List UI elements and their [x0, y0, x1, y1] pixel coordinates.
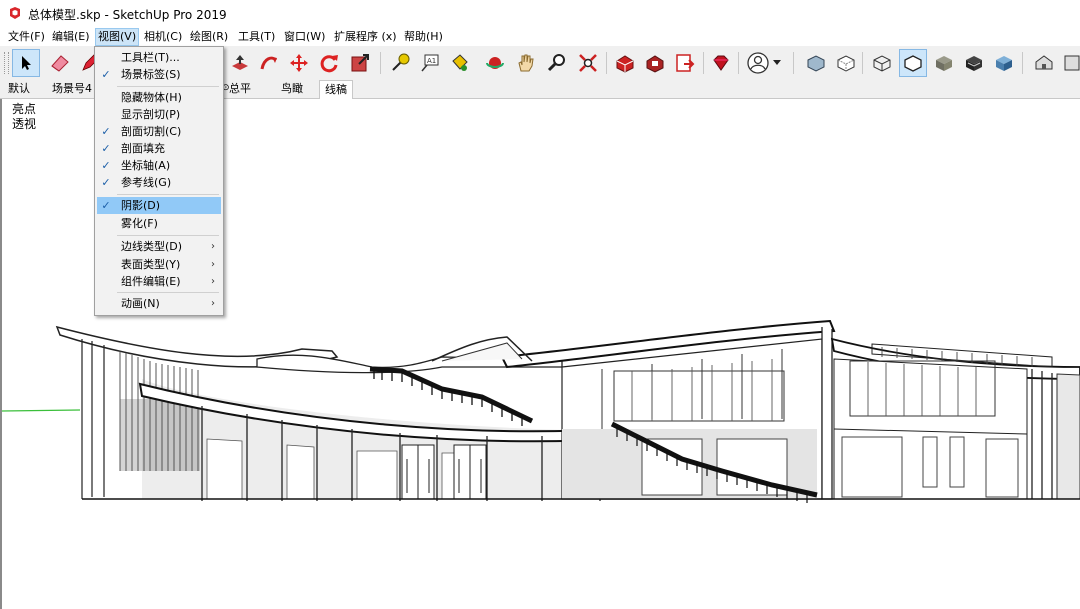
- menu-item-face-style[interactable]: 表面类型(Y) ›: [97, 256, 221, 273]
- upper-stair: [369, 366, 534, 424]
- monochrome-style-icon[interactable]: [990, 49, 1018, 77]
- tab-scene-line-draft[interactable]: 线稿: [319, 80, 353, 99]
- toolbar-separator: [606, 52, 607, 74]
- text-label-icon[interactable]: A1: [416, 49, 444, 77]
- menu-separator: [117, 86, 219, 87]
- toolbar-separator: [738, 52, 739, 74]
- menu-bar: 文件(F) 编辑(E) 视图(V) 相机(C) 绘图(R) 工具(T) 窗口(W…: [0, 28, 1080, 46]
- zoom-icon[interactable]: [543, 49, 571, 77]
- toolbar-separator: [703, 52, 704, 74]
- scale-icon[interactable]: [346, 49, 374, 77]
- orbit-icon[interactable]: [481, 49, 509, 77]
- menu-separator: [117, 194, 219, 195]
- check-icon: ✓: [101, 159, 111, 172]
- follow-me-icon[interactable]: [255, 49, 283, 77]
- toolbar-grip[interactable]: [4, 52, 9, 74]
- window-title: 总体模型.skp - SketchUp Pro 2019: [28, 8, 227, 22]
- hidden-line-style-icon[interactable]: [899, 49, 927, 77]
- zoom-extents-icon[interactable]: [574, 49, 602, 77]
- submenu-arrow-icon: ›: [211, 298, 215, 309]
- menu-item-shadows[interactable]: ✓ 阴影(D): [97, 197, 221, 214]
- green-axis-line: [2, 409, 81, 412]
- toolbar-separator: [862, 52, 863, 74]
- menu-file[interactable]: 文件(F): [6, 29, 47, 45]
- menu-separator: [117, 235, 219, 236]
- menu-tools[interactable]: 工具(T): [236, 29, 277, 45]
- menu-separator: [117, 292, 219, 293]
- toolbar-separator: [1022, 52, 1023, 74]
- submenu-arrow-icon: ›: [211, 259, 215, 270]
- submenu-arrow-icon: ›: [211, 276, 215, 287]
- account-icon[interactable]: [744, 49, 772, 77]
- account-dropdown-icon[interactable]: [770, 49, 784, 77]
- check-icon: ✓: [101, 68, 111, 81]
- title-bar: 总体模型.skp - SketchUp Pro 2019: [0, 0, 1080, 28]
- toolbar-separator: [793, 52, 794, 74]
- move-icon[interactable]: [285, 49, 313, 77]
- menu-edit[interactable]: 编辑(E): [50, 29, 92, 45]
- menu-view[interactable]: 视图(V): [95, 28, 140, 46]
- extension-warehouse-icon[interactable]: [641, 49, 669, 77]
- warehouse-icon[interactable]: [611, 49, 639, 77]
- shaded-textures-style-icon[interactable]: [960, 49, 988, 77]
- view-dropdown-menu: 工具栏(T)... ✓ 场景标签(S) 隐藏物体(H) 显示剖切(P) ✓ 剖面…: [94, 46, 224, 316]
- check-icon: ✓: [101, 199, 111, 212]
- menu-item-axes[interactable]: ✓ 坐标轴(A): [97, 157, 221, 174]
- menu-item-animation[interactable]: 动画(N) ›: [97, 295, 221, 312]
- ruby-extension-icon[interactable]: [707, 49, 735, 77]
- menu-item-guides[interactable]: ✓ 参考线(G): [97, 174, 221, 191]
- menu-camera[interactable]: 相机(C): [142, 29, 184, 45]
- tape-measure-icon[interactable]: [386, 49, 414, 77]
- shaded-style-icon[interactable]: [930, 49, 958, 77]
- menu-item-hidden-geometry[interactable]: 隐藏物体(H): [97, 89, 221, 106]
- svg-text:A1: A1: [427, 57, 436, 65]
- check-icon: ✓: [101, 125, 111, 138]
- iso-view-icon[interactable]: [1030, 49, 1058, 77]
- toolbar-separator: [380, 52, 381, 74]
- menu-item-section-cuts[interactable]: ✓ 剖面切割(C): [97, 123, 221, 140]
- send-to-layout-icon[interactable]: [671, 49, 699, 77]
- back-edges-style-icon[interactable]: [832, 49, 860, 77]
- paint-bucket-icon[interactable]: [445, 49, 473, 77]
- menu-item-fog[interactable]: 雾化(F): [97, 215, 221, 232]
- rotate-icon[interactable]: [315, 49, 343, 77]
- menu-draw[interactable]: 绘图(R): [188, 29, 230, 45]
- eraser-icon[interactable]: [46, 49, 74, 77]
- menu-item-scene-tabs[interactable]: ✓ 场景标签(S): [97, 66, 221, 83]
- pan-hand-icon[interactable]: [511, 49, 539, 77]
- menu-item-section-planes[interactable]: 显示剖切(P): [97, 106, 221, 123]
- menu-extensions[interactable]: 扩展程序 (x): [332, 29, 399, 45]
- xray-style-icon[interactable]: [802, 49, 830, 77]
- tab-scene-4[interactable]: 场景号4: [47, 80, 97, 98]
- menu-item-section-fill[interactable]: ✓ 剖面填充: [97, 140, 221, 157]
- menu-item-edge-style[interactable]: 边线类型(D) ›: [97, 238, 221, 255]
- tab-scene-aerial[interactable]: 鸟瞰: [276, 80, 308, 98]
- menu-item-toolbars[interactable]: 工具栏(T)...: [97, 49, 221, 66]
- push-pull-icon[interactable]: [226, 49, 254, 77]
- tab-scene-default[interactable]: 默认: [3, 80, 35, 98]
- wireframe-style-icon[interactable]: [868, 49, 896, 77]
- menu-window[interactable]: 窗口(W): [282, 29, 327, 45]
- top-view-icon[interactable]: [1058, 49, 1080, 77]
- check-icon: ✓: [101, 142, 111, 155]
- menu-help[interactable]: 帮助(H): [402, 29, 445, 45]
- sketchup-logo-icon: [10, 7, 20, 19]
- select-arrow-icon[interactable]: [12, 49, 40, 77]
- menu-item-component-edit[interactable]: 组件编辑(E) ›: [97, 273, 221, 290]
- submenu-arrow-icon: ›: [211, 241, 215, 252]
- check-icon: ✓: [101, 176, 111, 189]
